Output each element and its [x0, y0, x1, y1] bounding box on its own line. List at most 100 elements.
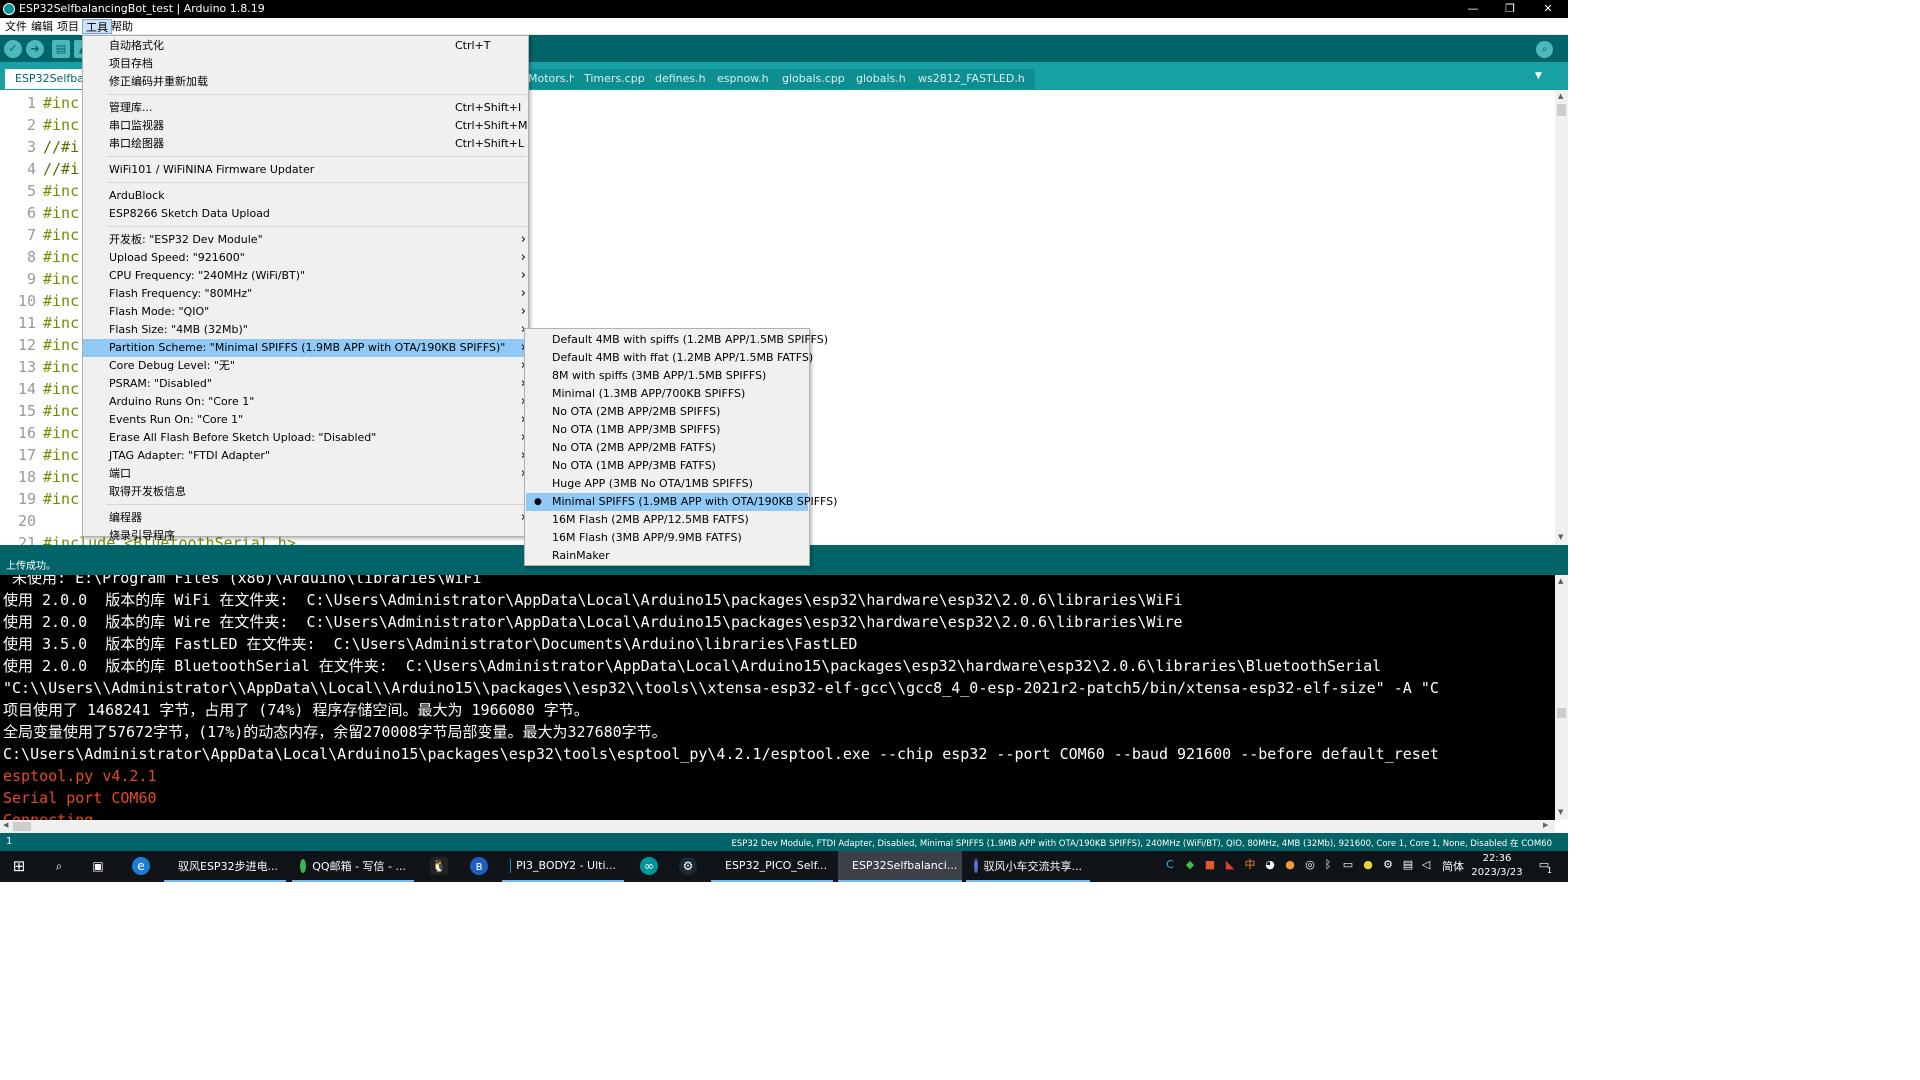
steam-tray-icon[interactable]: ⚙	[1382, 858, 1394, 872]
ime-indicator[interactable]: 简体	[1442, 851, 1464, 882]
console-output[interactable]: 未使用: E:\Program Files (x86)\Arduino\libr…	[0, 575, 1568, 820]
bluetooth-icon[interactable]: ᛒ	[1322, 858, 1334, 872]
tools-menu-item[interactable]: Partition Scheme: "Minimal SPIFFS (1.9MB…	[83, 339, 528, 357]
scroll-right-icon[interactable]: ▶	[1543, 821, 1548, 829]
tools-menu-item[interactable]: 串口绘图器 Ctrl+Shift+L	[83, 135, 528, 153]
tab-menu-button[interactable]: ▼	[1535, 71, 1547, 81]
scroll-down-icon[interactable]: ▼	[1558, 533, 1563, 541]
network-icon[interactable]: ▤	[1402, 858, 1414, 872]
menu-edit[interactable]: 编辑	[28, 19, 56, 34]
search-icon[interactable]: ⌕	[50, 857, 68, 875]
partition-option[interactable]: Huge APP (3MB No OTA/1MB SPIFFS)	[526, 475, 808, 493]
tools-menu-item[interactable]: 端口›	[83, 465, 528, 483]
task-view-icon[interactable]: ▣	[89, 857, 107, 875]
verify-button[interactable]: ✓	[4, 40, 22, 58]
partition-option[interactable]: RainMaker	[526, 547, 808, 565]
tools-menu-item[interactable]: 开发板: "ESP32 Dev Module" ›	[83, 231, 528, 249]
tools-menu-item[interactable]: Erase All Flash Before Sketch Upload: "D…	[83, 429, 528, 447]
tools-menu-item[interactable]: 自动格式化 Ctrl+T	[83, 37, 528, 55]
steam-icon[interactable]: ⚙	[679, 857, 697, 875]
partition-option[interactable]: 8M with spiffs (3MB APP/1.5MB SPIFFS)	[526, 367, 808, 385]
scroll-down-icon[interactable]: ▼	[1558, 808, 1563, 816]
tools-menu-item[interactable]: PSRAM: "Disabled"›	[83, 375, 528, 393]
tray-app-icon[interactable]: 中	[1244, 858, 1256, 872]
tools-menu-item[interactable]: 修正编码并重新加载	[83, 73, 528, 91]
tray-app-icon[interactable]: ●	[1284, 858, 1296, 872]
clock[interactable]: 22:36 2023/3/23	[1467, 852, 1527, 880]
tools-menu-item[interactable]: ESP8266 Sketch Data Upload	[83, 205, 528, 223]
taskbar-app-chat[interactable]: 驭风小车交流共享...	[966, 851, 1090, 882]
partition-option[interactable]: Minimal (1.3MB APP/700KB SPIFFS)	[526, 385, 808, 403]
partition-option[interactable]: No OTA (2MB APP/2MB SPIFFS)	[526, 403, 808, 421]
scroll-up-icon[interactable]: ▲	[1558, 577, 1563, 585]
tools-menu-item[interactable]: Core Debug Level: "无"›	[83, 357, 528, 375]
new-button[interactable]: ▤	[52, 40, 70, 58]
bluetooth-app-icon[interactable]: ʙ	[470, 857, 488, 875]
partition-option[interactable]: Default 4MB with ffat (1.2MB APP/1.5MB F…	[526, 349, 813, 367]
tray-app-icon[interactable]: ◎	[1304, 858, 1316, 872]
tools-menu-item[interactable]: 串口监视器 Ctrl+Shift+M	[83, 117, 528, 135]
tab-espnow[interactable]: espnow.h	[707, 69, 779, 89]
console-vertical-scrollbar[interactable]: ▲ ▼	[1555, 575, 1568, 820]
window-title-bar[interactable]: ESP32SelfbalancingBot_test | Arduino 1.8…	[0, 0, 1568, 18]
partition-option[interactable]: ● Minimal SPIFFS (1.9MB APP with OTA/190K…	[526, 493, 837, 511]
volume-icon[interactable]: ◁	[1420, 858, 1432, 872]
tools-menu-item[interactable]: Flash Mode: "QIO" ›	[83, 303, 528, 321]
tray-app-icon[interactable]: C	[1164, 858, 1176, 872]
partition-option[interactable]: No OTA (1MB APP/3MB SPIFFS)	[526, 421, 808, 439]
tray-app-icon[interactable]: ◣	[1224, 858, 1236, 872]
tools-menu-item[interactable]: 管理库... Ctrl+Shift+I	[83, 99, 528, 117]
partition-option[interactable]: 16M Flash (2MB APP/12.5MB FATFS)	[526, 511, 808, 529]
close-button[interactable]: ✕	[1530, 1, 1566, 17]
minimize-button[interactable]: —	[1455, 1, 1491, 17]
tools-menu-item[interactable]: Flash Size: "4MB (32Mb)"›	[83, 321, 528, 339]
tools-menu-item[interactable]: Upload Speed: "921600" ›	[83, 249, 528, 267]
tools-menu-item[interactable]: ArduBlock	[83, 187, 528, 205]
tools-menu-item[interactable]: 编程器›	[83, 509, 528, 527]
shield-icon[interactable]: ◆	[1184, 858, 1196, 872]
editor-vertical-scrollbar[interactable]: ▲ ▼	[1555, 90, 1568, 545]
partition-option[interactable]: No OTA (2MB APP/2MB FATFS)	[526, 439, 808, 457]
console-hscroll-thumb[interactable]	[13, 822, 31, 831]
tools-menu-item[interactable]: Events Run On: "Core 1"›	[83, 411, 528, 429]
windows-start-icon[interactable]: ⊞	[10, 857, 28, 875]
tools-menu-item[interactable]: CPU Frequency: "240MHz (WiFi/BT)" ›	[83, 267, 528, 285]
scroll-left-icon[interactable]: ◀	[3, 821, 8, 829]
taskbar-app-arduino-1[interactable]: ESP32_PICO_Self...	[711, 851, 833, 882]
tray-app-icon[interactable]: ●	[1362, 858, 1374, 872]
partition-option[interactable]: No OTA (1MB APP/3MB FATFS)	[526, 457, 808, 475]
wechat-icon[interactable]: ◕	[1264, 858, 1276, 872]
tab-defines[interactable]: defines.h	[645, 69, 716, 89]
serial-monitor-button[interactable]: ⌕	[1536, 41, 1553, 58]
taskbar-app-editor[interactable]: PI3_BODY2 - Ulti...	[502, 851, 624, 882]
maximize-button[interactable]: ❐	[1492, 1, 1528, 17]
taskbar-app-arduino-active[interactable]: ESP32Selfbalanci...	[838, 851, 962, 882]
tab-ws2812[interactable]: ws2812_FASTLED.h	[908, 69, 1035, 89]
partition-option[interactable]: 16M Flash (3MB APP/9.9MB FATFS)	[526, 529, 808, 547]
edge-browser-icon[interactable]: e	[132, 857, 150, 875]
menu-sketch[interactable]: 项目	[54, 19, 82, 34]
tools-menu-item[interactable]: JTAG Adapter: "FTDI Adapter"›	[83, 447, 528, 465]
tools-menu-item[interactable]: 烧录引导程序	[83, 527, 528, 545]
tools-menu-item[interactable]: 项目存档	[83, 55, 528, 73]
tab-timers[interactable]: Timers.cpp	[574, 69, 655, 89]
tab-globals-h[interactable]: globals.h	[846, 69, 916, 89]
arduino-app-icon[interactable]: ∞	[640, 857, 658, 875]
keyboard-icon[interactable]: ▭	[1342, 858, 1354, 872]
tools-menu-item[interactable]: Arduino Runs On: "Core 1"›	[83, 393, 528, 411]
tab-globals-cpp[interactable]: globals.cpp	[772, 69, 855, 89]
qq-penguin-icon[interactable]: 🐧	[430, 857, 448, 875]
taskbar-app-folder[interactable]: 驭风ESP32步进电...	[164, 851, 286, 882]
console-scroll-thumb[interactable]	[1557, 708, 1566, 718]
editor-scroll-thumb[interactable]	[1557, 104, 1566, 116]
tools-menu-item[interactable]: WiFi101 / WiFiNINA Firmware Updater	[83, 161, 528, 179]
tools-menu-item[interactable]: Flash Frequency: "80MHz" ›	[83, 285, 528, 303]
tools-menu-item[interactable]: 取得开发板信息	[83, 483, 528, 501]
upload-button[interactable]: ➜	[26, 40, 44, 58]
partition-option[interactable]: Default 4MB with spiffs (1.2MB APP/1.5MB…	[526, 331, 828, 349]
taskbar-app-browser[interactable]: QQ邮箱 - 写信 - ...	[292, 851, 414, 882]
menu-file[interactable]: 文件	[2, 19, 30, 34]
tray-app-icon[interactable]: ■	[1204, 858, 1216, 872]
console-horizontal-scrollbar[interactable]: ◀ ▶	[0, 820, 1555, 833]
menu-help[interactable]: 帮助	[108, 19, 136, 34]
